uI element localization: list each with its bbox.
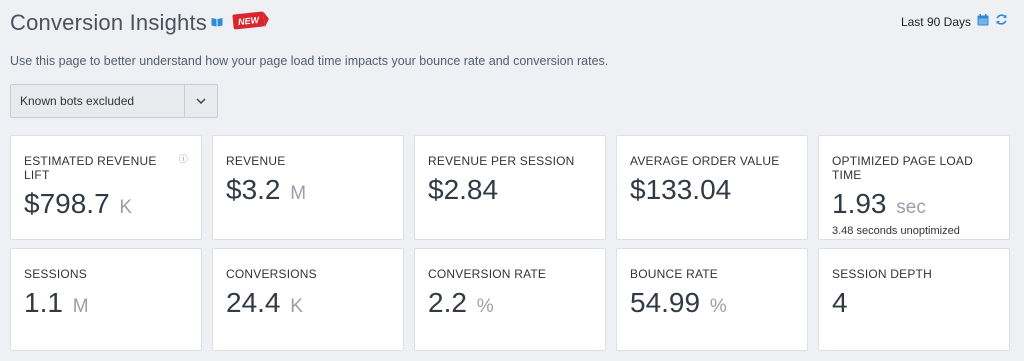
date-range[interactable]: Last 90 Days xyxy=(901,13,1008,31)
date-range-label[interactable]: Last 90 Days xyxy=(901,15,971,29)
metrics-grid: ESTIMATED REVENUE LIFT ⓘ $798.7 K REVENU… xyxy=(10,135,1010,351)
metric-card-session-depth: SESSION DEPTH 4 xyxy=(818,248,1010,351)
chevron-down-icon[interactable] xyxy=(184,85,217,117)
refresh-icon[interactable] xyxy=(995,13,1008,31)
metric-value: $3.2 xyxy=(226,174,281,205)
page-header: Conversion Insights NEW xyxy=(10,10,265,36)
metric-card-average-order-value: AVERAGE ORDER VALUE $133.04 xyxy=(616,135,808,240)
calendar-icon[interactable] xyxy=(977,13,989,31)
metric-value: 54.99 xyxy=(630,287,701,318)
metric-unit: sec xyxy=(896,197,926,218)
metric-label: BOUNCE RATE xyxy=(630,267,718,281)
metric-value: 24.4 xyxy=(226,287,281,318)
metric-unit: % xyxy=(709,296,727,317)
metric-card-optimized-page-load-time: OPTIMIZED PAGE LOAD TIME 1.93 sec 3.48 s… xyxy=(818,135,1010,240)
metric-card-conversion-rate: CONVERSION RATE 2.2 % xyxy=(414,248,606,351)
metric-label: AVERAGE ORDER VALUE xyxy=(630,154,780,168)
metric-label: SESSION DEPTH xyxy=(832,267,932,281)
metric-card-estimated-revenue-lift: ESTIMATED REVENUE LIFT ⓘ $798.7 K xyxy=(10,135,202,240)
metric-label: REVENUE xyxy=(226,154,286,168)
metric-unit: M xyxy=(72,296,89,317)
metric-value: $133.04 xyxy=(630,174,732,205)
metric-value: 2.2 xyxy=(428,287,467,318)
metric-card-bounce-rate: BOUNCE RATE 54.99 % xyxy=(616,248,808,351)
page-title: Conversion Insights xyxy=(10,10,208,35)
metric-value: $2.84 xyxy=(428,174,499,205)
metric-value: 1.93 xyxy=(832,188,887,219)
metric-label: OPTIMIZED PAGE LOAD TIME xyxy=(832,154,973,182)
metric-unit: % xyxy=(476,296,494,317)
metric-value: $798.7 xyxy=(24,188,110,219)
metric-note: 3.48 seconds unoptimized xyxy=(832,225,960,237)
metric-label: CONVERSIONS xyxy=(226,267,317,281)
metric-card-conversions: CONVERSIONS 24.4 K xyxy=(212,248,404,351)
metric-value: 1.1 xyxy=(24,287,63,318)
metric-card-revenue-per-session: REVENUE PER SESSION $2.84 xyxy=(414,135,606,240)
metric-label: ESTIMATED REVENUE LIFT xyxy=(24,154,157,182)
metric-card-sessions: SESSIONS 1.1 M xyxy=(10,248,202,351)
metric-value: 4 xyxy=(832,287,848,318)
metric-label: SESSIONS xyxy=(24,267,87,281)
metric-label: CONVERSION RATE xyxy=(428,267,547,281)
book-icon[interactable] xyxy=(211,14,223,27)
metric-unit: M xyxy=(290,183,307,204)
metric-label: REVENUE PER SESSION xyxy=(428,154,575,168)
info-icon[interactable]: ⓘ xyxy=(179,152,188,165)
metric-unit: K xyxy=(119,197,133,218)
new-badge: NEW xyxy=(232,10,265,30)
bot-filter-value[interactable]: Known bots excluded xyxy=(11,94,184,108)
bot-filter-select[interactable]: Known bots excluded xyxy=(10,84,218,118)
metric-unit: K xyxy=(290,296,303,317)
metric-card-revenue: REVENUE $3.2 M xyxy=(212,135,404,240)
page-description: Use this page to better understand how y… xyxy=(10,54,609,68)
